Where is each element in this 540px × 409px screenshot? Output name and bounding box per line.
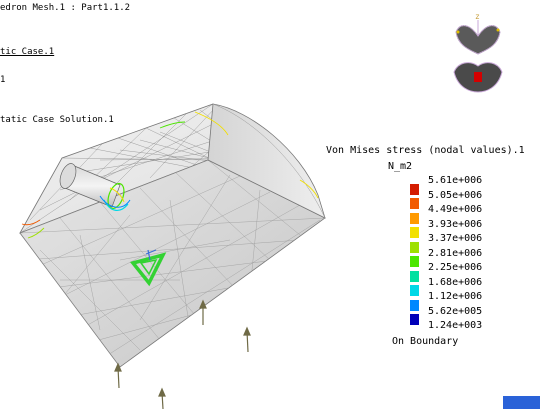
tree-item-label[interactable]: 1 bbox=[0, 75, 5, 86]
legend-color-swatch bbox=[410, 241, 419, 253]
legend-color-swatch bbox=[410, 299, 419, 311]
legend-footer: On Boundary bbox=[392, 336, 459, 347]
legend-color-swatch bbox=[410, 198, 419, 209]
legend-value: 1.12e+006 bbox=[428, 291, 483, 302]
compass-widget[interactable]: z bbox=[446, 10, 510, 98]
compass-icon bbox=[453, 20, 503, 93]
legend-value: 5.62e+005 bbox=[428, 305, 483, 317]
legend-value: 5.05e+006 bbox=[428, 189, 483, 201]
legend-value: 4.49e+006 bbox=[428, 204, 483, 215]
tree-solution-label[interactable]: tatic Case Solution.1 bbox=[0, 115, 114, 126]
legend-color-swatch bbox=[410, 183, 419, 195]
compass-z-label: z bbox=[475, 12, 480, 21]
legend-value: 2.25e+006 bbox=[428, 262, 483, 273]
legend-color-swatch bbox=[410, 285, 419, 296]
legend-value: 3.93e+006 bbox=[428, 218, 483, 230]
tree-mesh-label[interactable]: edron Mesh.1 : Part1.1.2 bbox=[0, 3, 130, 14]
legend-color-swatch bbox=[410, 227, 419, 238]
legend-color-swatch bbox=[410, 270, 419, 282]
meshed-part bbox=[19, 103, 326, 368]
legend-unit: N_m2 bbox=[388, 161, 413, 172]
legend-value: 2.81e+006 bbox=[428, 247, 483, 259]
legend-value: 3.37e+006 bbox=[428, 233, 483, 244]
legend-color-swatch bbox=[410, 256, 419, 267]
taskbar-button[interactable] bbox=[503, 396, 540, 409]
legend-value: 1.68e+006 bbox=[428, 276, 483, 288]
legend-color-swatch bbox=[410, 212, 419, 224]
legend-color-swatch bbox=[410, 314, 419, 325]
legend-value: 1.24e+003 bbox=[428, 320, 483, 331]
legend-title: Von Mises stress (nodal values).1 bbox=[326, 145, 525, 156]
tree-static-case-label[interactable]: tic Case.1 bbox=[0, 47, 54, 58]
legend-value: 5.61e+006 bbox=[428, 175, 483, 186]
